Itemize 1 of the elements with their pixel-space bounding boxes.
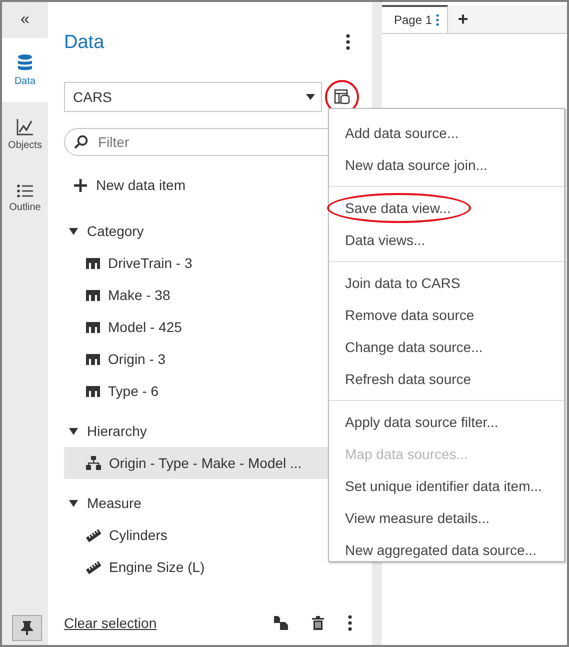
panel-title: Data [64,32,104,54]
